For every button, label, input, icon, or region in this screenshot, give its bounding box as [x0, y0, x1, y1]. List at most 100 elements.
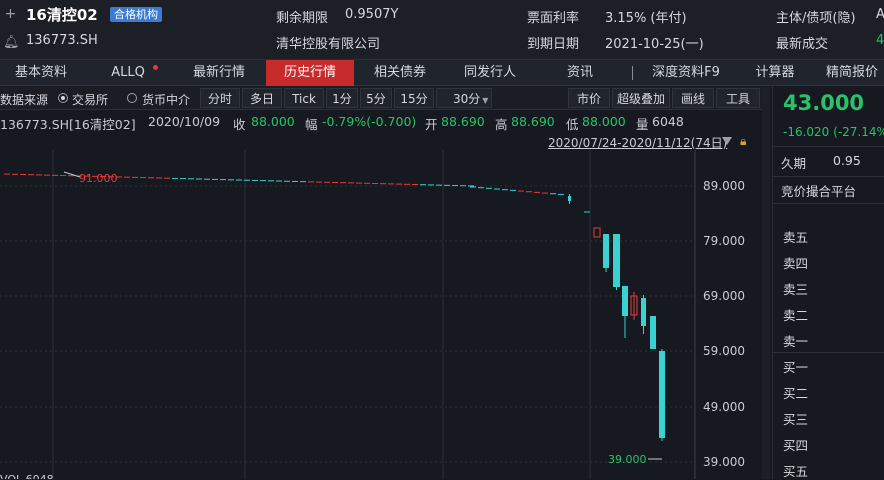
radio-money-broker[interactable]	[127, 93, 137, 103]
period-1min-button[interactable]: 1分	[326, 88, 358, 108]
qualified-institution-badge: 合格机构	[110, 7, 162, 22]
rating-label: 主体/债项(隐)	[776, 11, 856, 26]
chart-canvas[interactable]: 89.000 79.000 69.000 59.000 49.000 39.000 91.0…	[0, 150, 770, 479]
candlestick-chart[interactable]: 89.000 79.000 69.000 59.000 49.000 39.000 91.0…	[0, 150, 770, 479]
period-multiday-button[interactable]: 多日	[242, 88, 282, 108]
divider	[773, 352, 884, 353]
tab-calculator[interactable]: 计算器	[744, 60, 806, 86]
y-tick-label: 69.000	[703, 289, 745, 303]
info-high-label: 高	[495, 117, 508, 132]
radio-exchange-label[interactable]: 交易所	[72, 91, 108, 108]
bond-header: + 16清控02 合格机构 🔔︎ 136773.SH 剩余期限 0.9507Y …	[0, 0, 884, 60]
add-icon[interactable]: +	[3, 7, 18, 22]
duration-value: 0.95	[833, 153, 861, 168]
info-high-value: 88.690	[511, 114, 555, 129]
chart-toolbar: 数据来源 交易所 货币中介 分时 多日 Tick 1分 5分 15分 30分 ▼ …	[0, 86, 770, 110]
tab-separator	[632, 66, 633, 80]
maturity-date-value: 2021-10-25(一)	[605, 37, 704, 52]
remaining-term-label: 剩余期限	[276, 11, 329, 26]
tab-compact-quote[interactable]: 精简报价	[826, 60, 884, 86]
orderbook-buy-2: 买二	[783, 386, 809, 401]
y-tick-label: 59.000	[703, 344, 745, 358]
orderbook-sell-3: 卖三	[783, 282, 809, 297]
tab-news[interactable]: 资讯	[550, 60, 610, 86]
draw-line-button[interactable]: 画线	[672, 88, 714, 108]
orderbook-buy-1: 买一	[783, 360, 809, 375]
orderbook-sell-1: 卖一	[783, 334, 809, 349]
info-change-label: 幅	[305, 117, 318, 132]
tab-allq[interactable]: ALLQ	[98, 60, 158, 86]
orderbook-sell-5: 卖五	[783, 230, 809, 245]
radio-money-broker-label[interactable]: 货币中介	[142, 91, 190, 108]
period-intraday-button[interactable]: 分时	[200, 88, 240, 108]
min-price-label: 39.000	[608, 453, 647, 466]
tab-history-quote[interactable]: 历史行情	[266, 60, 354, 86]
info-open-value: 88.690	[441, 114, 485, 129]
quote-info-bar: 136773.SH[16清控02] 2020/10/09 收 88.000 幅 …	[0, 110, 770, 132]
info-low-label: 低	[566, 117, 579, 132]
info-date: 2020/10/09	[148, 114, 221, 129]
orderbook-buy-4: 买四	[783, 438, 809, 453]
data-source-label: 数据来源	[0, 93, 49, 107]
y-tick-label: 49.000	[703, 400, 745, 414]
last-trade-value: 4	[876, 33, 884, 48]
bond-code: 136773.SH	[26, 33, 98, 48]
divider	[773, 203, 884, 204]
max-price-label: 91.000	[79, 172, 118, 185]
coupon-rate-value: 3.15% (年付)	[605, 11, 687, 26]
super-overlay-button[interactable]: 超级叠加	[612, 88, 670, 108]
info-close-value: 88.000	[251, 114, 295, 129]
divider	[773, 176, 884, 177]
info-close-label: 收	[233, 117, 246, 132]
period-5min-button[interactable]: 5分	[360, 88, 392, 108]
price-change: -16.020 (-27.14%	[783, 125, 884, 139]
chevron-down-icon: ▼	[482, 96, 489, 105]
info-open-label: 开	[425, 117, 438, 132]
bond-name: 16清控02	[26, 6, 98, 24]
date-range-link[interactable]: 2020/07/24-2020/11/12(74日)	[548, 134, 727, 151]
coupon-rate-label: 票面利率	[527, 11, 580, 26]
tools-button[interactable]: 工具	[716, 88, 760, 108]
radio-exchange[interactable]	[58, 93, 68, 103]
caret-down-icon[interactable]	[722, 137, 732, 145]
info-low-value: 88.000	[582, 114, 626, 129]
period-30min-dropdown[interactable]: 30分 ▼	[436, 88, 492, 108]
tab-related-bonds[interactable]: 相关债券	[362, 60, 438, 86]
lock-icon[interactable]: 🔒︎	[740, 134, 746, 149]
y-tick-label: 79.000	[703, 234, 745, 248]
duration-label: 久期	[781, 156, 807, 171]
bell-icon[interactable]: 🔔︎	[3, 35, 20, 50]
info-change-value: -0.79%(-0.700)	[322, 114, 417, 129]
y-tick-label: 89.000	[703, 179, 745, 193]
orderbook-sell-2: 卖二	[783, 308, 809, 323]
tab-deep-data[interactable]: 深度资料F9	[644, 60, 728, 86]
period-15min-button[interactable]: 15分	[394, 88, 434, 108]
candle-body	[593, 227, 601, 238]
quote-side-panel: 43.000 -16.020 (-27.14% 久期 0.95 竞价撮合平台 卖…	[772, 86, 884, 479]
tab-latest-quote[interactable]: 最新行情	[182, 60, 256, 86]
maturity-date-label: 到期日期	[527, 37, 580, 52]
remaining-term-value: 0.9507Y	[345, 7, 399, 22]
orderbook-buy-3: 买三	[783, 412, 809, 427]
platform-label: 竞价撮合平台	[781, 184, 857, 199]
max-arrow	[63, 171, 81, 178]
last-trade-label: 最新成交	[776, 37, 829, 52]
info-volume-value: 6048	[652, 114, 684, 129]
orderbook-sell-4: 卖四	[783, 256, 809, 271]
vertical-scrollbar[interactable]	[762, 86, 770, 479]
volume-indicator-label: VOL 6048	[0, 473, 54, 479]
tab-same-issuer[interactable]: 同发行人	[448, 60, 532, 86]
last-price: 43.000	[783, 91, 865, 115]
tab-basic-info[interactable]: 基本资料	[0, 60, 82, 86]
info-volume-label: 量	[636, 117, 649, 132]
market-price-button[interactable]: 市价	[568, 88, 610, 108]
y-tick-label: 39.000	[703, 455, 745, 469]
info-code-name: 136773.SH[16清控02]	[0, 117, 136, 132]
orderbook-buy-5: 买五	[783, 464, 809, 479]
period-30min-label: 30分	[453, 92, 481, 106]
issuer-name[interactable]: 清华控股有限公司	[276, 33, 380, 52]
notification-dot	[153, 65, 158, 70]
period-tick-button[interactable]: Tick	[284, 88, 324, 108]
rating-value: A	[876, 7, 884, 22]
tab-bar: 基本资料 ALLQ 最新行情 历史行情 相关债券 同发行人 资讯 深度资料F9 …	[0, 60, 884, 86]
